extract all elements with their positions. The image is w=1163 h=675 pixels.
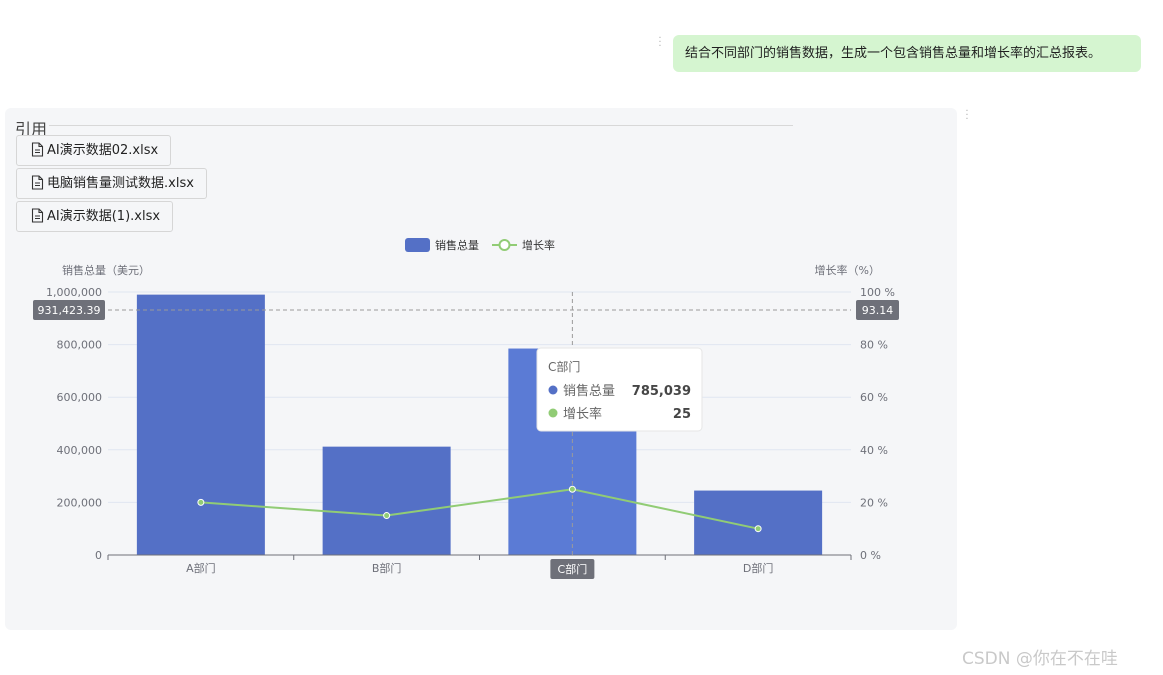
y-tick-label: 0 — [95, 549, 102, 562]
tooltip-row-value: 25 — [673, 407, 691, 422]
pointer-right-label: 93.14 — [856, 300, 899, 321]
y-tick-label: 600,000 — [57, 391, 103, 404]
growth-point — [754, 525, 762, 533]
tooltip-marker — [548, 385, 558, 395]
y-right-tick-label: 0 % — [860, 549, 881, 562]
legend-bar-label: 销售总量 — [435, 238, 479, 252]
legend-line-label: 增长率 — [522, 238, 555, 252]
growth-point — [197, 498, 205, 506]
x-tick-label: A部门 — [186, 561, 216, 575]
y-tick-label: 400,000 — [57, 444, 103, 457]
pointer-left-value: 931,423.39 — [38, 304, 101, 317]
y-right-tick-label: 80 % — [860, 339, 888, 352]
tooltip-row-name: 增长率 — [563, 406, 602, 422]
y-right-tick-label: 100 % — [860, 286, 895, 299]
x-tick-label: B部门 — [372, 561, 402, 575]
pointer-category-label: C部门 — [550, 559, 595, 579]
y-tick-label: 200,000 — [57, 496, 103, 509]
growth-point — [383, 512, 391, 520]
legend-bar-swatch — [405, 238, 430, 252]
y-right-tick-label: 40 % — [860, 444, 888, 457]
y-right-axis-title: 增长率（%） — [815, 263, 880, 277]
growth-point — [568, 485, 576, 493]
bar — [322, 446, 451, 555]
pointer-category-text: C部门 — [558, 562, 588, 576]
legend-line-marker — [498, 239, 511, 251]
tooltip-marker — [548, 408, 558, 418]
tooltip-row-value: 785,039 — [632, 384, 691, 399]
sales-chart[interactable]: 0 200,000 400,000 600,000 800,000 1,000,000 0 … — [0, 0, 1163, 675]
tooltip-row-name: 销售总量 — [563, 383, 615, 399]
pointer-left-label: 931,423.39 — [33, 300, 105, 321]
y-tick-label: 1,000,000 — [46, 286, 102, 299]
y-tick-label: 800,000 — [57, 339, 103, 352]
watermark: CSDN @你在不在哇 — [962, 649, 1118, 669]
y-right-tick-label: 60 % — [860, 391, 888, 404]
growth-line — [200, 488, 759, 530]
pointer-right-value: 93.14 — [862, 304, 894, 317]
x-tick-label: D部门 — [743, 561, 773, 575]
tooltip: C部门销售总量 785,039 增长率 25 — [536, 347, 703, 432]
legend: 销售总量 增长率 — [405, 238, 555, 252]
tooltip-title: C部门 — [548, 359, 580, 374]
bar — [136, 294, 265, 555]
y-axis-title: 销售总量（美元） — [62, 263, 150, 277]
bar — [694, 490, 823, 555]
y-right-tick-label: 20 % — [860, 496, 888, 509]
